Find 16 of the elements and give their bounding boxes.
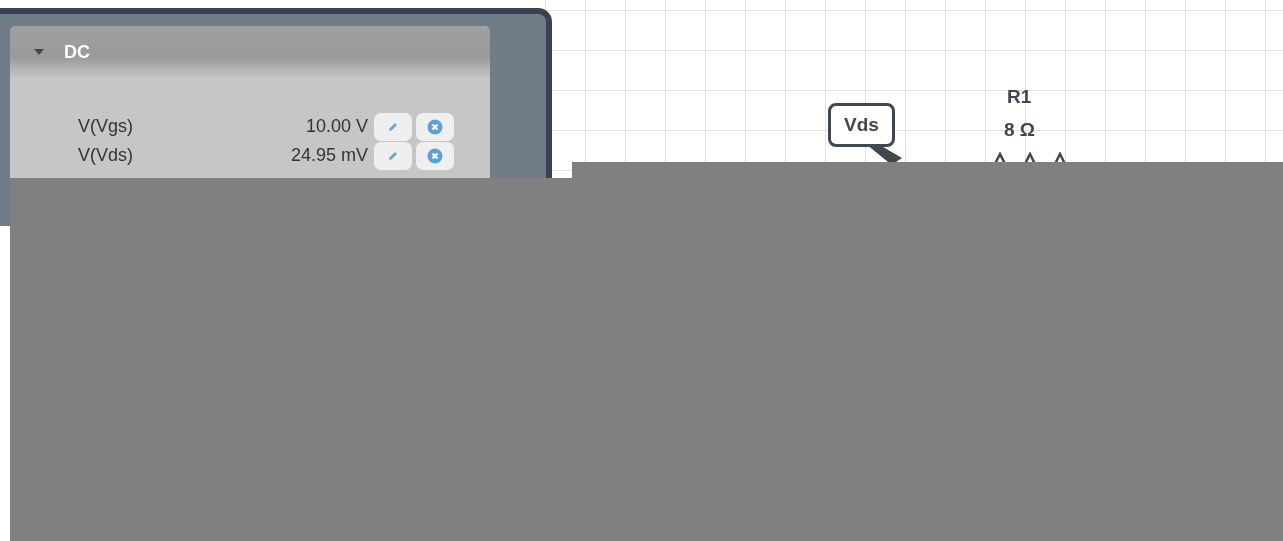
probe-name: V(Vgs) (78, 116, 134, 137)
probe-name: V(Vds) (78, 145, 134, 166)
caret-icon[interactable] (34, 49, 44, 55)
close-icon (427, 118, 443, 135)
close-icon (427, 147, 443, 164)
probe-value: 24.95 mV (290, 145, 368, 166)
resistor-value: 8 Ω (1004, 119, 1036, 141)
probe-label[interactable]: Vds (828, 103, 895, 147)
edit-button[interactable] (374, 112, 412, 141)
probe-pointer (866, 144, 902, 162)
probe-value: 10.00 V (305, 116, 368, 137)
edit-button[interactable] (374, 141, 412, 170)
section-title: DC (64, 41, 90, 63)
remove-button[interactable] (416, 112, 454, 141)
resistor-name: R1 (1007, 86, 1032, 108)
remove-button[interactable] (416, 141, 454, 170)
